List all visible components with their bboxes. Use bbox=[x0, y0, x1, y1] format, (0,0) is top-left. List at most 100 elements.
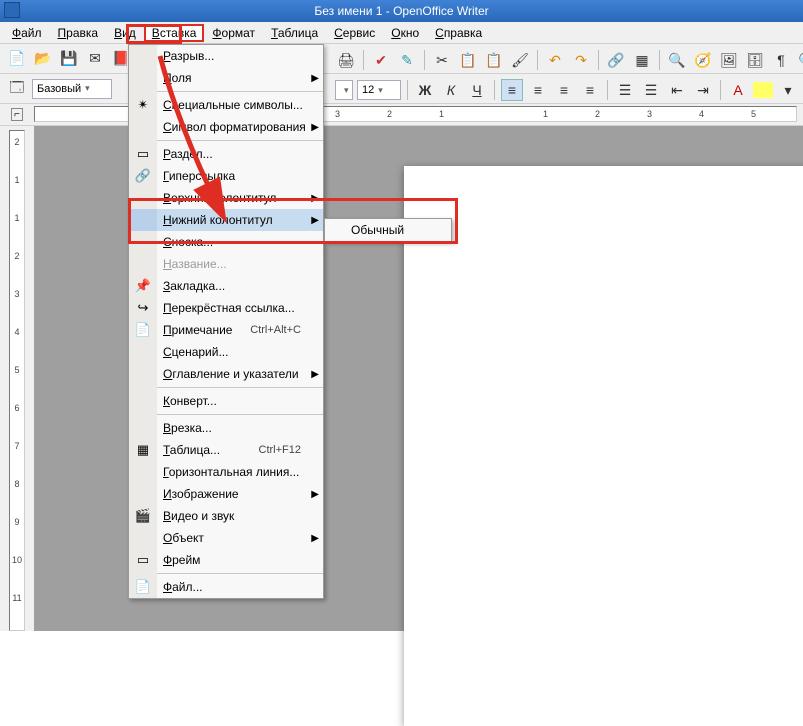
menu-item[interactable]: ▭Раздел... bbox=[129, 143, 323, 165]
autocheck-icon[interactable]: ✎ bbox=[396, 49, 418, 71]
find-icon[interactable]: 🔍 bbox=[666, 49, 688, 71]
mail-icon[interactable]: ✉ bbox=[84, 48, 106, 70]
save-icon[interactable]: 💾 bbox=[58, 48, 80, 70]
menu-item[interactable]: Горизонтальная линия... bbox=[129, 461, 323, 483]
menu-item-label: Специальные символы... bbox=[157, 98, 315, 112]
bold-button[interactable]: Ж bbox=[414, 79, 436, 101]
styles-icon[interactable]: 🗔 bbox=[6, 78, 28, 100]
chevron-down-icon: ▾ bbox=[344, 85, 349, 96]
menu-правка[interactable]: Правка bbox=[50, 24, 107, 42]
nonprinting-icon[interactable]: ¶ bbox=[770, 49, 792, 71]
align-justify-button[interactable]: ≡ bbox=[579, 79, 601, 101]
increase-indent-button[interactable]: ⇥ bbox=[692, 79, 714, 101]
toolbar-separator bbox=[537, 50, 538, 70]
menu-item[interactable]: ▭Фрейм bbox=[129, 549, 323, 571]
menu-сервис[interactable]: Сервис bbox=[326, 24, 383, 42]
open-icon[interactable]: 📂 bbox=[32, 48, 54, 70]
menu-item[interactable]: 📄ПримечаниеCtrl+Alt+C bbox=[129, 319, 323, 341]
menu-item-icon bbox=[129, 209, 157, 231]
numbered-list-button[interactable]: ☰ bbox=[614, 79, 636, 101]
menu-item-icon bbox=[129, 341, 157, 363]
submenu-arrow-icon: ▶ bbox=[311, 122, 319, 133]
style-combo[interactable]: Базовый ▾ bbox=[32, 79, 112, 99]
menu-item[interactable]: 📌Закладка... bbox=[129, 275, 323, 297]
menu-item[interactable]: Оглавление и указатели▶ bbox=[129, 363, 323, 385]
menu-справка[interactable]: Справка bbox=[427, 24, 490, 42]
submenu-item-default[interactable]: Обычный bbox=[325, 219, 451, 241]
menu-формат[interactable]: Формат bbox=[204, 24, 263, 42]
cut-icon[interactable]: ✂ bbox=[431, 49, 453, 71]
menu-item[interactable]: Изображение▶ bbox=[129, 483, 323, 505]
align-center-button[interactable]: ≡ bbox=[527, 79, 549, 101]
menu-item-icon bbox=[129, 116, 157, 138]
menu-item[interactable]: Сценарий... bbox=[129, 341, 323, 363]
vertical-ruler[interactable]: 211234567891011 bbox=[9, 130, 25, 631]
submenu-arrow-icon: ▶ bbox=[311, 193, 319, 204]
menu-item[interactable]: ↪Перекрёстная ссылка... bbox=[129, 297, 323, 319]
menu-item[interactable]: Верхний колонтитул▶ bbox=[129, 187, 323, 209]
menu-item-label: Объект bbox=[157, 531, 315, 545]
menu-item-icon bbox=[129, 231, 157, 253]
redo-icon[interactable]: ↷ bbox=[570, 49, 592, 71]
menu-item-icon: ↪ bbox=[129, 297, 157, 319]
page[interactable] bbox=[404, 166, 803, 726]
bgcolor-button[interactable]: ▾ bbox=[777, 79, 799, 101]
decrease-indent-button[interactable]: ⇤ bbox=[666, 79, 688, 101]
new-doc-icon[interactable]: 📄 bbox=[6, 48, 28, 70]
vertical-ruler-column: 211234567891011 bbox=[0, 126, 34, 631]
underline-button[interactable]: Ч bbox=[466, 79, 488, 101]
menu-item-icon bbox=[129, 187, 157, 209]
gallery-icon[interactable]: 🖼 bbox=[718, 49, 740, 71]
menu-item[interactable]: Разрыв... bbox=[129, 45, 323, 67]
menu-item[interactable]: 🔗Гиперссылка bbox=[129, 165, 323, 187]
menu-item[interactable]: Сноска... bbox=[129, 231, 323, 253]
font-combo[interactable]: ▾ bbox=[335, 80, 353, 100]
copy-icon[interactable]: 📋 bbox=[457, 49, 479, 71]
menu-item-icon bbox=[129, 363, 157, 385]
table-icon[interactable]: ▦ bbox=[631, 49, 653, 71]
menu-item-icon: 📄 bbox=[129, 319, 157, 341]
format-paint-icon[interactable]: 🖌 bbox=[509, 49, 531, 71]
print-preview-icon[interactable]: 🖨 bbox=[335, 49, 357, 71]
align-right-button[interactable]: ≡ bbox=[553, 79, 575, 101]
menu-вид[interactable]: Вид bbox=[106, 24, 144, 42]
formatting-toolbar-right: ▾ 12▾ Ж К Ч ≡ ≡ ≡ ≡ ☰ ☰ ⇤ ⇥ A ▾ bbox=[335, 76, 799, 104]
spellcheck-icon[interactable]: ✔ bbox=[370, 49, 392, 71]
menu-item[interactable]: ▦Таблица...Ctrl+F12 bbox=[129, 439, 323, 461]
menu-item[interactable]: Объект▶ bbox=[129, 527, 323, 549]
menu-окно[interactable]: Окно bbox=[383, 24, 427, 42]
hyperlink-icon[interactable]: 🔗 bbox=[605, 49, 627, 71]
menu-item-label: Таблица... bbox=[157, 443, 259, 457]
undo-icon[interactable]: ↶ bbox=[544, 49, 566, 71]
navigator-icon[interactable]: 🧭 bbox=[692, 49, 714, 71]
ruler-tick: 1 bbox=[439, 109, 444, 119]
ruler-tick: 2 bbox=[14, 137, 19, 169]
datasource-icon[interactable]: 🗄 bbox=[744, 49, 766, 71]
menu-separator bbox=[157, 140, 323, 141]
menu-item[interactable]: Нижний колонтитул▶ bbox=[129, 209, 323, 231]
menu-item-label: Изображение bbox=[157, 487, 315, 501]
menu-separator bbox=[157, 414, 323, 415]
zoom-icon[interactable]: 🔍 bbox=[796, 49, 803, 71]
align-left-button[interactable]: ≡ bbox=[501, 79, 523, 101]
ruler-tick: 1 bbox=[14, 213, 19, 245]
highlight-button[interactable] bbox=[753, 82, 773, 98]
paste-icon[interactable]: 📋 bbox=[483, 49, 505, 71]
menu-item[interactable]: Символ форматирования▶ bbox=[129, 116, 323, 138]
menu-item[interactable]: 📄Файл... bbox=[129, 576, 323, 598]
bullet-list-button[interactable]: ☰ bbox=[640, 79, 662, 101]
menu-item-label: Раздел... bbox=[157, 147, 315, 161]
menu-таблица[interactable]: Таблица bbox=[263, 24, 326, 42]
italic-button[interactable]: К bbox=[440, 79, 462, 101]
ruler-tick: 5 bbox=[751, 109, 756, 119]
font-color-button[interactable]: A bbox=[727, 79, 749, 101]
menu-item[interactable]: Поля▶ bbox=[129, 67, 323, 89]
menu-item[interactable]: Врезка... bbox=[129, 417, 323, 439]
ruler-tick: 2 bbox=[595, 109, 600, 119]
menu-item[interactable]: ✴Специальные символы... bbox=[129, 94, 323, 116]
menu-файл[interactable]: Файл bbox=[4, 24, 50, 42]
menu-item[interactable]: Конверт... bbox=[129, 390, 323, 412]
font-size-combo[interactable]: 12▾ bbox=[357, 80, 401, 100]
menu-вставка[interactable]: Вставка bbox=[144, 24, 205, 42]
menu-item[interactable]: 🎬Видео и звук bbox=[129, 505, 323, 527]
